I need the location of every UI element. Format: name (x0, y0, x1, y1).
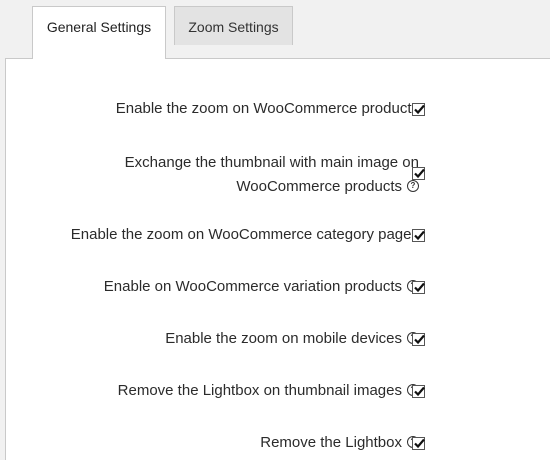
checkbox-exchange-thumbnail[interactable] (412, 167, 425, 180)
tab-bar: General Settings Zoom Settings (0, 0, 550, 59)
option-label: Enable the zoom on WooCommerce category … (70, 226, 419, 243)
checkbox-mobile-devices[interactable] (412, 333, 425, 346)
option-row-lightbox-thumbnails: Remove the Lightbox on thumbnail images … (118, 379, 419, 403)
checkmark-icon (414, 334, 425, 345)
settings-panel: Enable the zoom on WooCommerce products … (5, 58, 550, 460)
option-label: Enable the zoom on mobile devices (165, 330, 402, 347)
option-row-mobile-devices: Enable the zoom on mobile devices ? (165, 327, 419, 351)
checkbox-variation-products[interactable] (412, 281, 425, 294)
option-label: Enable on WooCommerce variation products (103, 278, 402, 295)
checkbox-remove-lightbox[interactable] (412, 437, 425, 450)
option-label: Remove the Lightbox on thumbnail images (117, 382, 402, 399)
tab-zoom-settings[interactable]: Zoom Settings (174, 6, 293, 45)
option-row-remove-lightbox: Remove the Lightbox ? (260, 431, 419, 455)
option-row-variation-products: Enable on WooCommerce variation products… (104, 275, 419, 299)
checkmark-icon (414, 386, 425, 397)
checkmark-icon (414, 438, 425, 449)
checkmark-icon (414, 282, 425, 293)
option-label: Enable the zoom on WooCommerce products (115, 100, 419, 117)
checkmark-icon (414, 168, 425, 179)
checkmark-icon (414, 104, 425, 115)
option-row-exchange-thumbnail: Exchange the thumbnail with main image o… (125, 151, 419, 199)
option-label: Remove the Lightbox (260, 434, 402, 451)
checkbox-zoom-products[interactable] (412, 103, 425, 116)
option-label-line1: Exchange the thumbnail with main image o… (124, 154, 419, 171)
tab-general-settings[interactable]: General Settings (32, 6, 166, 59)
option-row-category-pages: Enable the zoom on WooCommerce category … (71, 223, 419, 247)
option-row-zoom-products: Enable the zoom on WooCommerce products (116, 97, 419, 121)
checkmark-icon (414, 230, 425, 241)
help-icon[interactable]: ? (407, 180, 419, 192)
option-label-line2: WooCommerce products (236, 178, 402, 195)
checkbox-lightbox-thumbnails[interactable] (412, 385, 425, 398)
checkbox-category-pages[interactable] (412, 229, 425, 242)
